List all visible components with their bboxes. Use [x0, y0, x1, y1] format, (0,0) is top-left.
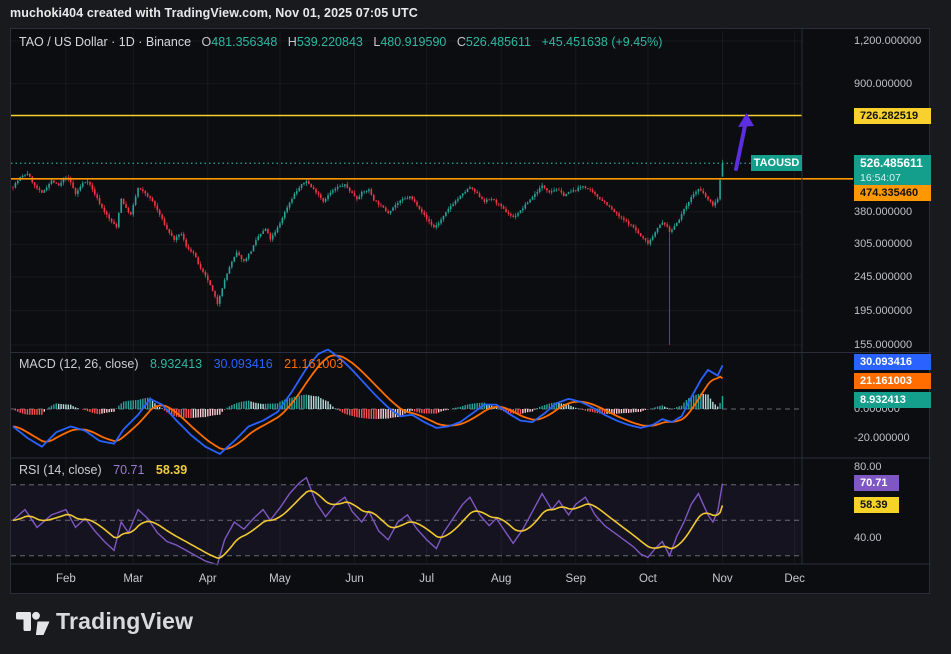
- tradingview-chart-screenshot: muchoki404 created with TradingView.com,…: [0, 0, 951, 654]
- chart-frame[interactable]: TAO / US Dollar · 1D · Binance O481.3563…: [10, 28, 930, 594]
- macd-line: [13, 350, 723, 454]
- footer-bar: TradingView: [0, 594, 951, 654]
- tradingview-brand-text: TradingView: [56, 608, 193, 635]
- chart-canvas[interactable]: [11, 29, 931, 595]
- attribution-text: muchoki404 created with TradingView.com,…: [10, 6, 418, 20]
- tradingview-logo-icon: [16, 608, 50, 638]
- attribution-bar: muchoki404 created with TradingView.com,…: [0, 0, 951, 28]
